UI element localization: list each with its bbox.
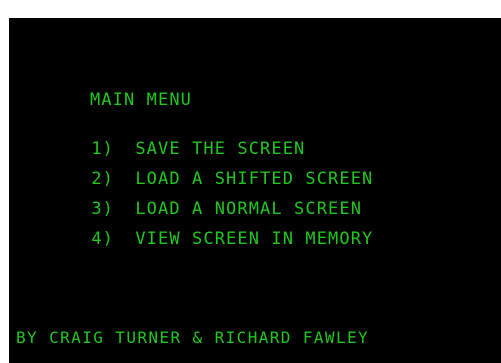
game-screen: MAIN MENU 1) SAVE THE SCREEN 2) LOAD A SHI…	[9, 18, 501, 363]
menu-item-label: VIEW SCREEN IN MEMORY	[135, 229, 374, 249]
menu-item-number: 4)	[91, 229, 115, 249]
menu-title: MAIN MENU	[90, 90, 193, 110]
menu-item-view-screen-in-memory[interactable]: 4) VIEW SCREEN IN MEMORY	[46, 209, 373, 269]
credits-text: BY CRAIG TURNER & RICHARD FAWLEY	[16, 328, 370, 347]
